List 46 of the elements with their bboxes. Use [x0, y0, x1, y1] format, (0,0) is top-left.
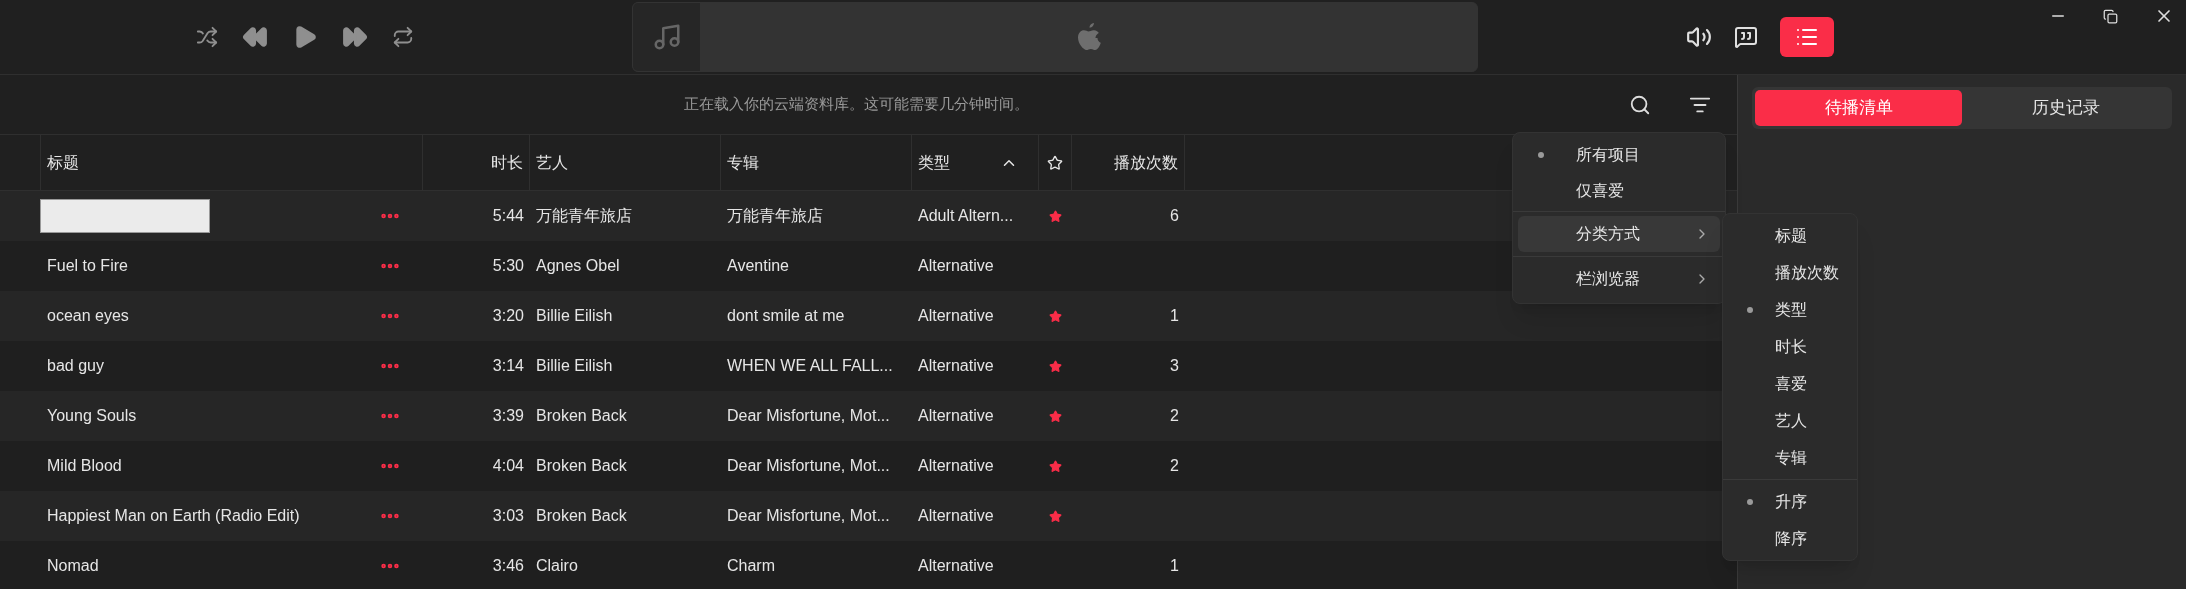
duration-text: 3:46: [492, 556, 524, 576]
song-title: Mild Blood: [46, 456, 122, 476]
duration-text: 3:03: [492, 506, 524, 526]
genre-text: Alternative: [918, 457, 994, 474]
album-text: Dear Misfortune, Mot...: [727, 407, 890, 424]
genre-text: Adult Altern...: [918, 207, 1014, 224]
artist-text: 万能青年旅店: [536, 207, 632, 224]
genre-text: Alternative: [918, 507, 994, 524]
duration-text: 5:30: [492, 256, 524, 276]
song-title: Fuel to Fire: [46, 256, 128, 276]
artist-text: Billie Eilish: [536, 357, 613, 374]
genre-text: Alternative: [918, 557, 994, 574]
genre-text: Alternative: [918, 357, 994, 374]
duration-text: 3:14: [492, 356, 524, 376]
artist-text: Broken Back: [536, 507, 627, 524]
album-text: WHEN WE ALL FALL...: [727, 357, 893, 374]
play-count: 2: [1170, 406, 1179, 426]
duration-text: 5:44: [492, 206, 524, 226]
song-title: Young Souls: [46, 406, 137, 426]
artist-text: Broken Back: [536, 407, 627, 424]
play-count: 6: [1170, 206, 1179, 226]
play-count: 2: [1170, 456, 1179, 476]
album-text: 万能青年旅店: [727, 207, 823, 224]
play-count: 3: [1170, 356, 1179, 376]
artist-text: Billie Eilish: [536, 307, 613, 324]
song-title: Happiest Man on Earth (Radio Edit): [46, 506, 300, 526]
artist-text: Broken Back: [536, 457, 627, 474]
song-title: Nomad: [46, 556, 99, 576]
album-text: Dear Misfortune, Mot...: [727, 507, 890, 524]
genre-text: Alternative: [918, 257, 994, 274]
genre-text: Alternative: [918, 307, 994, 324]
album-text: Dear Misfortune, Mot...: [727, 457, 890, 474]
duration-text: 3:20: [492, 306, 524, 326]
play-count: 1: [1170, 556, 1179, 576]
album-text: Aventine: [727, 257, 789, 274]
album-text: Charm: [727, 557, 775, 574]
play-count: 1: [1170, 306, 1179, 326]
song-title: bad guy: [46, 356, 104, 376]
artist-text: Clairo: [536, 557, 578, 574]
genre-text: Alternative: [918, 407, 994, 424]
album-text: dont smile at me: [727, 307, 845, 324]
duration-text: 3:39: [492, 406, 524, 426]
status-message: 正在载入你的云端资料库。这可能需要几分钟时间。: [684, 94, 1029, 115]
artist-text: Agnes Obel: [536, 257, 620, 274]
duration-text: 4:04: [492, 456, 524, 476]
song-title: ocean eyes: [46, 306, 129, 326]
